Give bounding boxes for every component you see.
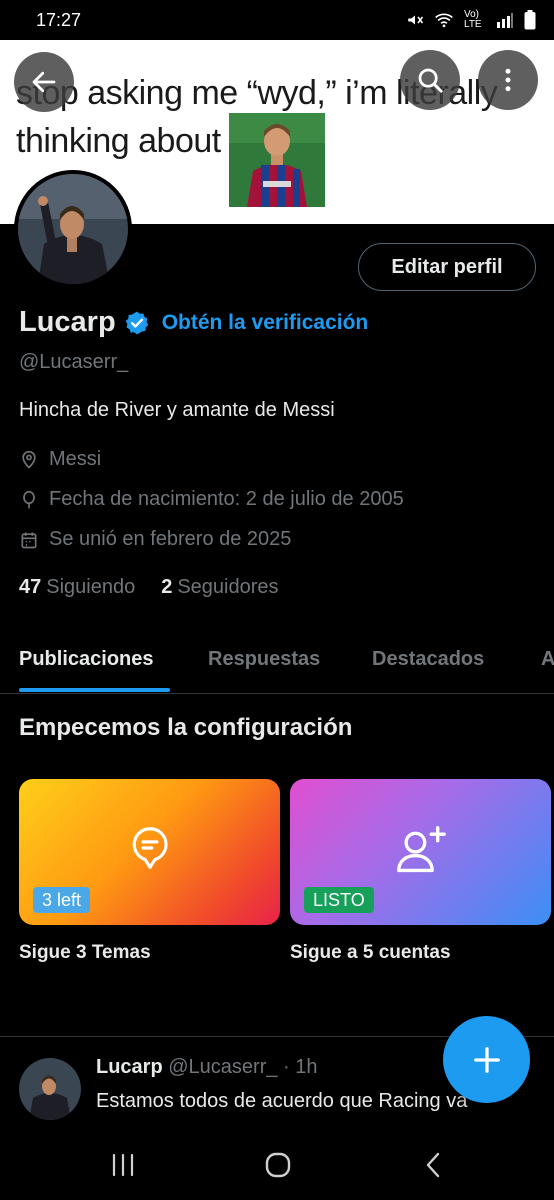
arrow-left-icon xyxy=(32,71,56,93)
accounts-caption: Sigue a 5 cuentas xyxy=(290,942,451,963)
location-text: Messi xyxy=(49,448,102,470)
post-author[interactable]: Lucarp xyxy=(96,1056,163,1078)
profile-bio: Hincha de River y amante de Messi xyxy=(19,399,335,421)
signal-icon xyxy=(497,13,513,28)
post-handle-time: @Lucaserr_ · 1h xyxy=(168,1056,318,1078)
home-icon xyxy=(265,1152,291,1178)
setup-card-accounts[interactable]: LISTO xyxy=(290,779,551,925)
recent-apps-button[interactable] xyxy=(101,1148,145,1182)
topic-bubble-icon xyxy=(132,827,168,869)
status-icons: Vo) LTE xyxy=(406,10,536,30)
system-nav-bar xyxy=(0,1128,554,1200)
battery-icon xyxy=(524,10,536,30)
follow-stats: 47 Siguiendo 2 Seguidores xyxy=(19,576,279,599)
network-label: Vo) LTE xyxy=(464,9,482,30)
active-tab-indicator xyxy=(19,688,170,692)
profile-avatar[interactable] xyxy=(14,170,132,288)
compose-post-button[interactable] xyxy=(443,1016,530,1103)
topics-caption: Sigue 3 Temas xyxy=(19,942,151,963)
following-link[interactable]: 47 Siguiendo xyxy=(19,576,135,599)
home-button[interactable] xyxy=(256,1148,300,1182)
add-person-icon xyxy=(396,826,446,873)
followers-count: 2 xyxy=(161,576,173,598)
name-row: Lucarp Obtén la verificación xyxy=(19,306,368,339)
balloon-icon xyxy=(23,490,35,508)
more-vertical-icon xyxy=(505,68,511,92)
edit-profile-button[interactable]: Editar perfil xyxy=(358,243,536,291)
followers-link[interactable]: 2 Seguidores xyxy=(161,576,278,599)
birthdate-text: Fecha de nacimiento: 2 de julio de 2005 xyxy=(49,488,404,510)
status-bar: 17:27 Vo) LTE xyxy=(0,0,554,40)
chevron-left-icon xyxy=(426,1152,440,1178)
setup-card-topics[interactable]: 3 left xyxy=(19,779,280,925)
location-row: Messi xyxy=(19,448,101,471)
back-nav-button[interactable] xyxy=(412,1148,456,1182)
tab-publicaciones[interactable]: Publicaciones xyxy=(19,648,154,671)
profile-tabs: Publicaciones Respuestas Destacados A xyxy=(0,628,554,694)
tab-destacados[interactable]: Destacados xyxy=(372,648,484,671)
wifi-icon xyxy=(435,13,453,28)
birthdate-row: Fecha de nacimiento: 2 de julio de 2005 xyxy=(19,488,404,511)
location-pin-icon xyxy=(22,450,36,469)
accounts-done-badge: LISTO xyxy=(304,887,374,913)
back-button[interactable] xyxy=(14,52,74,112)
search-button[interactable] xyxy=(400,50,460,110)
tab-respuestas[interactable]: Respuestas xyxy=(208,648,320,671)
joined-row: Se unió en febrero de 2025 xyxy=(19,528,291,551)
followers-label: Seguidores xyxy=(177,576,279,598)
following-count: 47 xyxy=(19,576,42,598)
topics-progress-badge: 3 left xyxy=(33,887,91,913)
profile-handle: @Lucaserr_ xyxy=(19,351,129,373)
more-options-button[interactable] xyxy=(478,50,538,110)
post-avatar[interactable] xyxy=(19,1058,81,1120)
verified-badge-icon xyxy=(125,311,148,334)
search-icon xyxy=(418,68,443,93)
post-text[interactable]: Estamos todos de acuerdo que Racing va xyxy=(96,1090,467,1113)
tab-overflow[interactable]: A xyxy=(541,648,554,671)
setup-title: Empecemos la configuración xyxy=(19,714,353,741)
recent-apps-icon xyxy=(112,1153,134,1177)
following-label: Siguiendo xyxy=(46,576,136,598)
joined-text: Se unió en febrero de 2025 xyxy=(49,528,292,550)
status-time: 17:27 xyxy=(36,9,82,30)
post-header: Lucarp @Lucaserr_ · 1h xyxy=(96,1056,318,1079)
plus-icon xyxy=(473,1046,500,1073)
banner-player-photo xyxy=(229,113,325,207)
calendar-icon xyxy=(21,532,37,548)
display-name: Lucarp xyxy=(19,306,116,338)
banner-meme-line2: thinking about xyxy=(16,122,221,160)
mute-icon xyxy=(408,15,424,25)
get-verified-link[interactable]: Obtén la verificación xyxy=(162,311,369,335)
